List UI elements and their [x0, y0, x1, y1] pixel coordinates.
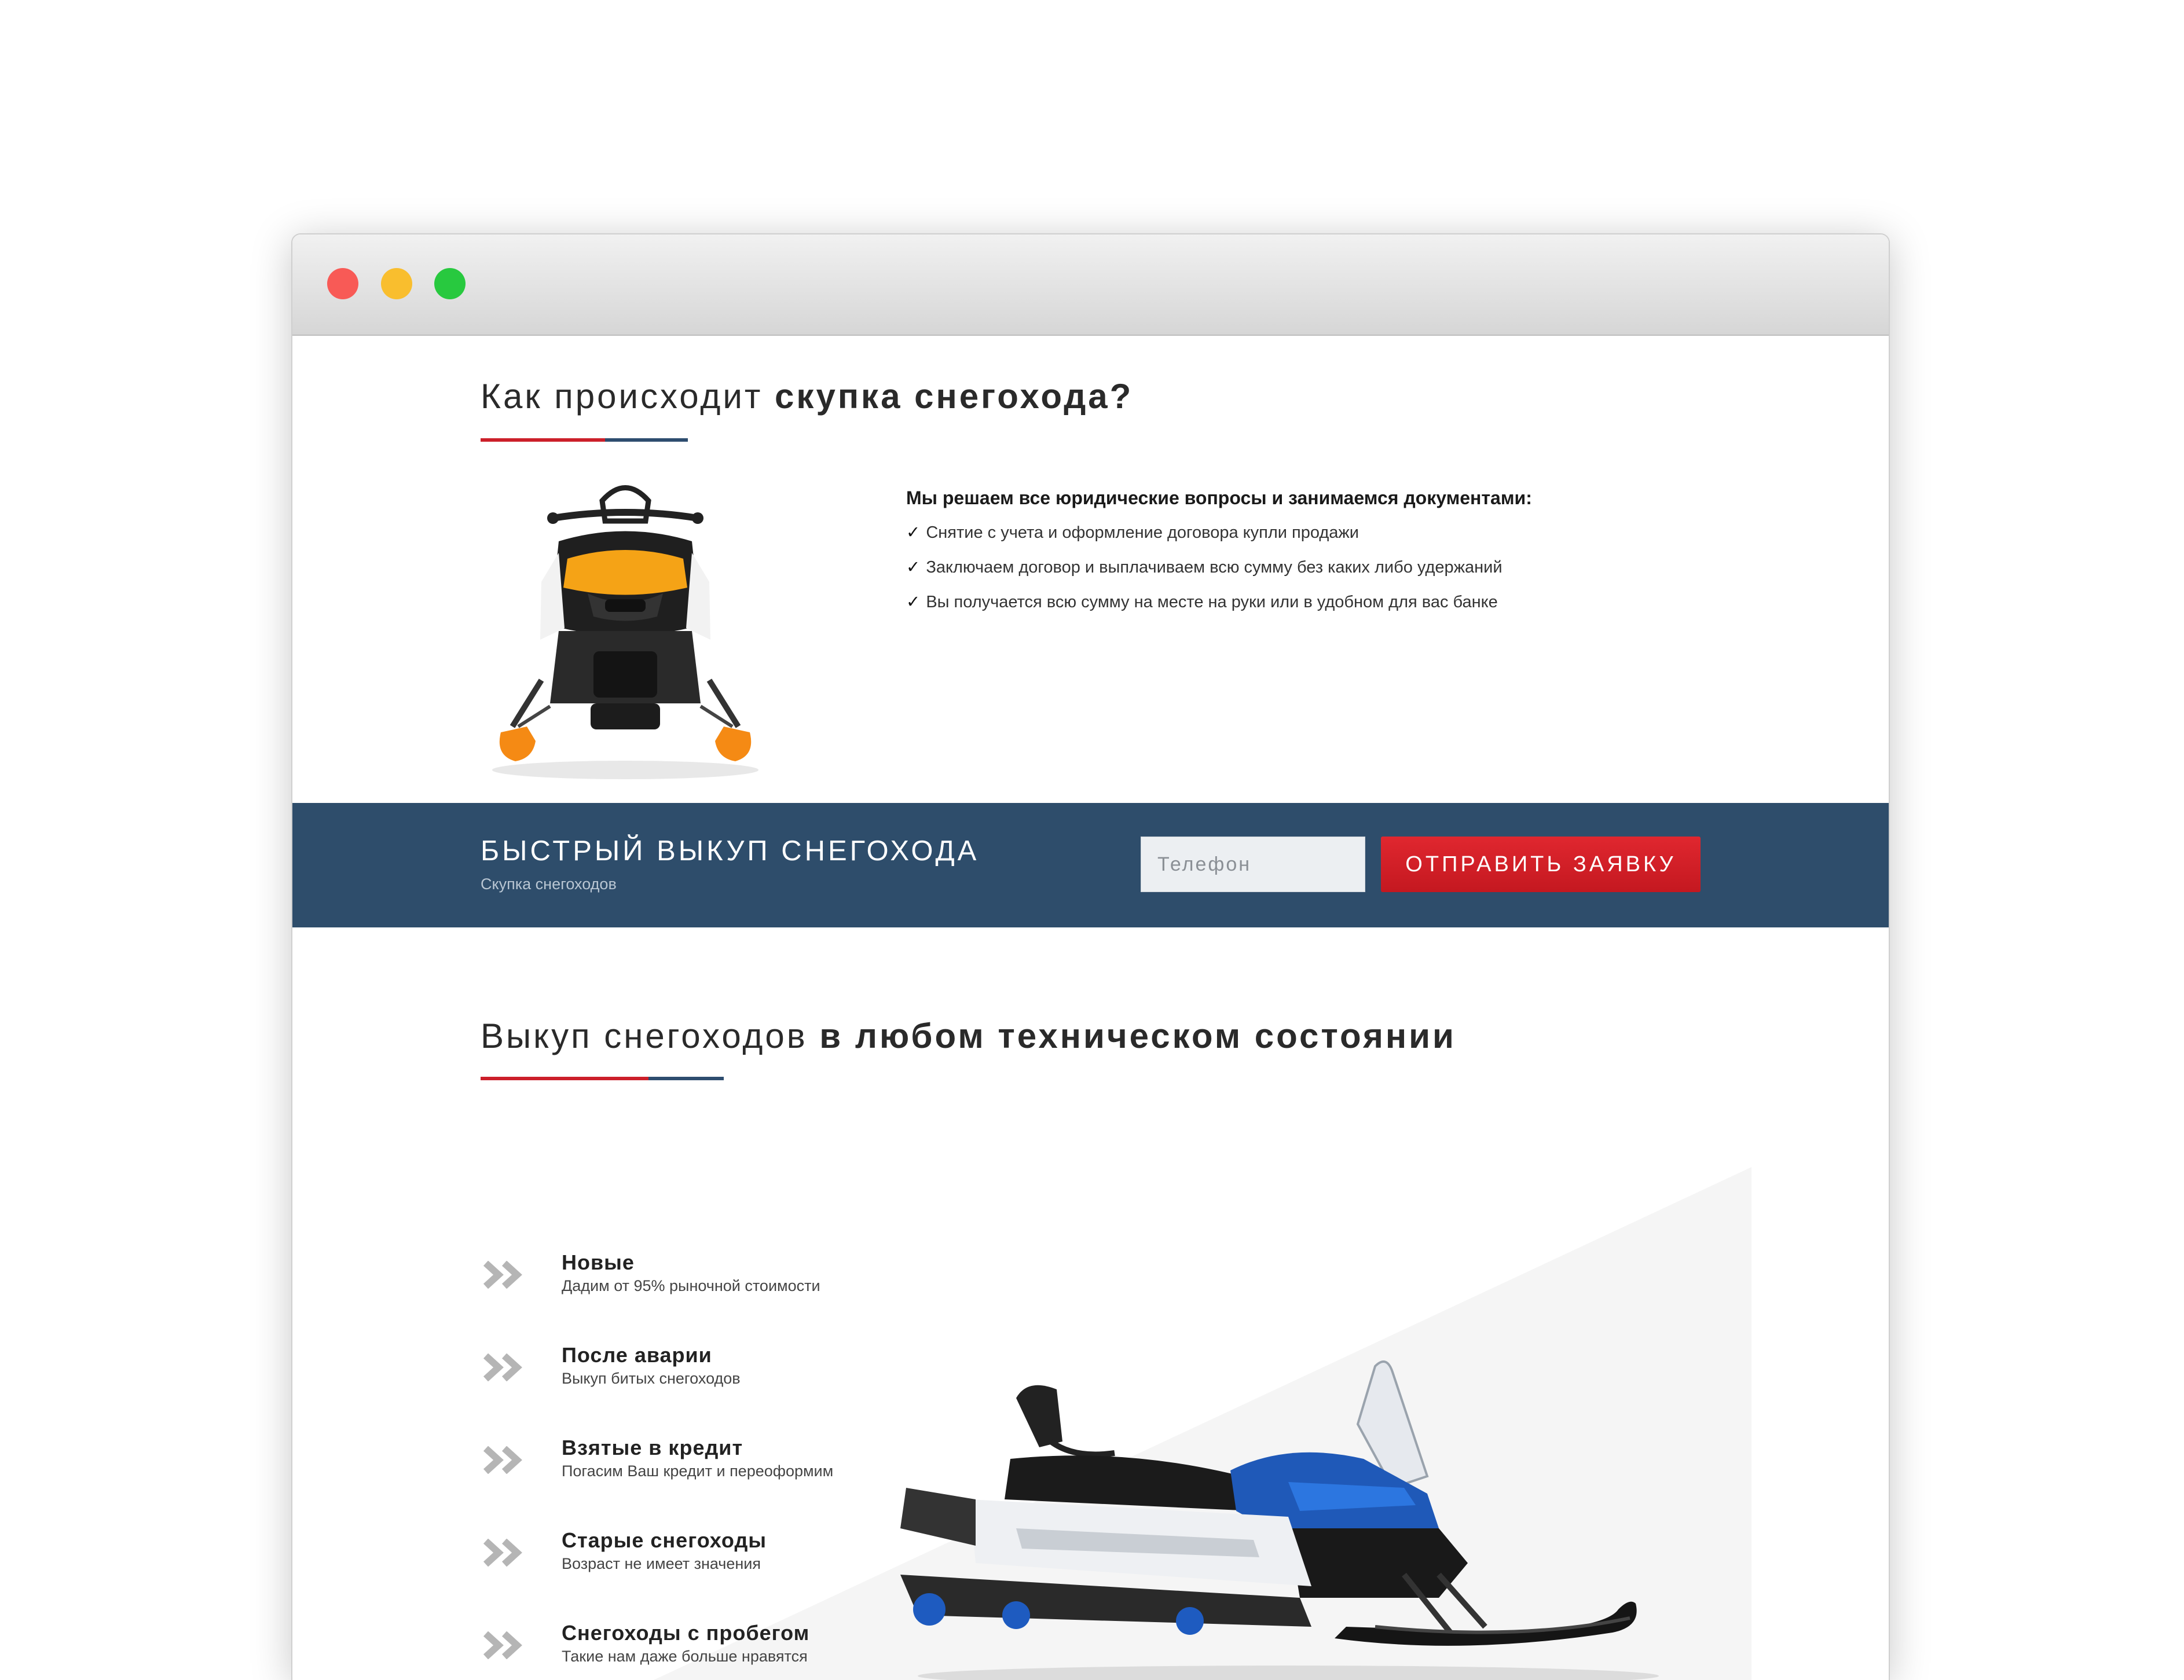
feature-subtitle: Такие нам даже больше нравятся	[562, 1648, 808, 1665]
check-icon: ✓	[906, 593, 921, 611]
documents-item: ✓ Заключаем договор и выплачиваем всю сум…	[906, 557, 1532, 577]
quick-buyout-banner: БЫСТРЫЙ ВЫКУП СНЕГОХОДА Скупка снегоходо…	[292, 803, 1889, 927]
feature-title: Старые снегоходы	[562, 1528, 767, 1552]
window-titlebar	[292, 234, 1889, 336]
feature-subtitle: Дадим от 95% рыночной стоимости	[562, 1277, 820, 1294]
feature-item: После аварии Выкуп битых снегоходов	[483, 1343, 947, 1413]
section-title-light: Выкуп снегоходов	[481, 1017, 808, 1055]
feature-title: Взятые в кредит	[562, 1436, 743, 1459]
feature-subtitle: Выкуп битых снегоходов	[562, 1370, 741, 1387]
maximize-window-button[interactable]	[434, 268, 466, 299]
title-underline	[481, 1077, 724, 1080]
documents-item-text: Заключаем договор и выплачиваем всю сумм…	[926, 558, 1503, 577]
title-underline	[481, 438, 688, 442]
browser-window: Как происходит скупка снегохода? Мы реша…	[291, 233, 1890, 1680]
snowmobile-blue-image	[900, 1360, 1659, 1680]
section-title-bold: в любом техническом состоянии	[819, 1017, 1456, 1055]
section-title-light: Как происходит	[481, 377, 763, 416]
feature-item: Снегоходы с пробегом Такие нам даже боль…	[483, 1621, 947, 1680]
documents-item: ✓ Вы получается всю сумму на месте на рук…	[906, 592, 1532, 612]
feature-title: Новые	[562, 1250, 635, 1274]
check-icon: ✓	[906, 523, 921, 542]
double-chevron-icon	[483, 1446, 522, 1474]
feature-item: Взятые в кредит Погасим Ваш кредит и пер…	[483, 1436, 947, 1505]
snowmobile-orange-image	[492, 485, 758, 779]
close-window-button[interactable]	[327, 268, 358, 299]
section-title-bold: скупка снегохода?	[775, 377, 1134, 416]
section-title-process: Как происходит скупка снегохода?	[481, 376, 1133, 416]
feature-item: Старые снегоходы Возраст не имеет значен…	[483, 1528, 947, 1598]
feature-subtitle: Погасим Ваш кредит и переоформим	[562, 1462, 834, 1480]
double-chevron-icon	[483, 1631, 522, 1659]
double-chevron-icon	[483, 1353, 522, 1381]
banner-subtitle: Скупка снегоходов	[481, 875, 617, 893]
documents-info: Мы решаем все юридические вопросы и зани…	[906, 487, 1532, 626]
minimize-window-button[interactable]	[381, 268, 412, 299]
double-chevron-icon	[483, 1539, 522, 1567]
feature-title: После аварии	[562, 1343, 712, 1367]
documents-item-text: Вы получается всю сумму на месте на руки…	[926, 593, 1498, 611]
feature-title: Снегоходы с пробегом	[562, 1621, 810, 1645]
documents-item: ✓ Снятие с учета и оформление договора ку…	[906, 522, 1532, 542]
double-chevron-icon	[483, 1261, 522, 1289]
documents-item-text: Снятие с учета и оформление договора куп…	[926, 523, 1359, 542]
phone-input[interactable]	[1141, 837, 1365, 892]
submit-request-button[interactable]: ОТПРАВИТЬ ЗАЯВКУ	[1381, 837, 1701, 892]
banner-title: БЫСТРЫЙ ВЫКУП СНЕГОХОДА	[481, 835, 980, 867]
feature-item: Новые Дадим от 95% рыночной стоимости	[483, 1250, 947, 1320]
section-title-condition: Выкуп снегоходов в любом техническом сос…	[481, 1016, 1456, 1056]
documents-title: Мы решаем все юридические вопросы и зани…	[906, 487, 1532, 508]
page-content: Как происходит скупка снегохода? Мы реша…	[292, 336, 1889, 1680]
feature-subtitle: Возраст не имеет значения	[562, 1555, 761, 1572]
check-icon: ✓	[906, 558, 921, 577]
